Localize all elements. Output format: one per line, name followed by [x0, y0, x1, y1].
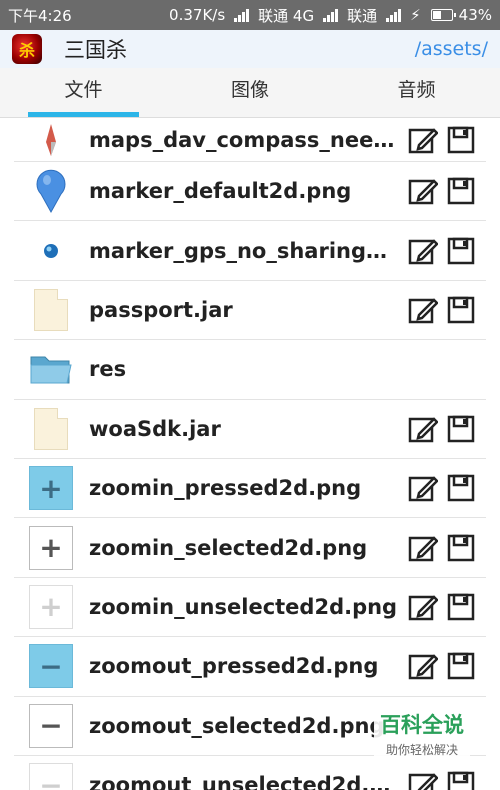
- zoomout-unselected-icon: −: [28, 762, 74, 790]
- edit-icon[interactable]: [408, 592, 438, 622]
- carrier-1: 联通 4G: [258, 6, 315, 25]
- file-name: marker_default2d.png: [89, 179, 352, 204]
- signal-icon: [234, 8, 250, 22]
- zoomout-pressed-icon: −: [28, 643, 74, 689]
- file-name: zoomin_unselected2d.png: [89, 594, 398, 619]
- zoomin-selected-icon: +: [28, 525, 74, 571]
- save-icon[interactable]: [446, 651, 476, 681]
- tab-images[interactable]: 图像: [167, 68, 333, 117]
- watermark: 百科全说 助你轻松解决: [374, 707, 470, 760]
- edit-icon[interactable]: [408, 414, 438, 444]
- file-name: marker_gps_no_sharing2d..: [89, 238, 399, 263]
- app-title: 三国杀: [64, 38, 127, 62]
- tab-files[interactable]: 文件: [0, 68, 167, 117]
- network-speed: 0.37K/s: [169, 6, 226, 24]
- watermark-subtitle: 助你轻松解决: [385, 743, 458, 757]
- battery-percent: 43%: [458, 6, 492, 24]
- zoomin-pressed-icon: +: [28, 465, 74, 511]
- signal-icon: [386, 8, 402, 22]
- list-item[interactable]: passport.jar: [14, 281, 486, 341]
- file-name: passport.jar: [89, 297, 233, 322]
- path-label[interactable]: /assets/: [415, 38, 488, 60]
- save-icon[interactable]: [446, 473, 476, 503]
- status-time: 下午4:26: [8, 6, 72, 25]
- file-list: maps_dav_compass_need.. marker_default2d…: [14, 118, 486, 790]
- tab-audio[interactable]: 音频: [333, 68, 500, 117]
- list-item[interactable]: marker_default2d.png: [14, 162, 486, 222]
- file-name: zoomout_pressed2d.png: [89, 654, 379, 679]
- file-name: woaSdk.jar: [89, 416, 221, 441]
- save-icon[interactable]: [446, 770, 476, 790]
- battery-icon: [430, 9, 456, 21]
- carrier-2: 联通: [347, 6, 378, 25]
- edit-icon[interactable]: [408, 125, 438, 155]
- jar-file-icon: [28, 406, 74, 452]
- folder-name: res: [89, 357, 127, 382]
- watermark-title: 百科全说: [380, 713, 464, 737]
- edit-icon[interactable]: [408, 295, 438, 325]
- save-icon[interactable]: [446, 533, 476, 563]
- file-name: zoomin_selected2d.png: [89, 535, 368, 560]
- save-icon[interactable]: [446, 592, 476, 622]
- edit-icon[interactable]: [408, 176, 438, 206]
- edit-icon[interactable]: [408, 533, 438, 563]
- save-icon[interactable]: [446, 414, 476, 444]
- jar-file-icon: [28, 287, 74, 333]
- list-item[interactable]: + zoomin_unselected2d.png: [14, 578, 486, 638]
- signal-icon: [323, 8, 339, 22]
- edit-icon[interactable]: [408, 236, 438, 266]
- save-icon[interactable]: [446, 176, 476, 206]
- file-name: zoomout_selected2d.png: [89, 713, 385, 738]
- list-item[interactable]: maps_dav_compass_need..: [14, 118, 486, 162]
- list-item[interactable]: − zoomout_pressed2d.png: [14, 637, 486, 697]
- list-item[interactable]: res: [14, 340, 486, 400]
- status-bar: 下午4:26 0.37K/s 联通 4G 联通 ⚡ 43%: [0, 0, 500, 30]
- app-logo-icon: 杀: [12, 34, 42, 64]
- map-marker-icon: [28, 168, 74, 214]
- charging-icon: ⚡: [410, 6, 421, 24]
- save-icon[interactable]: [446, 236, 476, 266]
- list-item[interactable]: marker_gps_no_sharing2d..: [14, 221, 486, 281]
- list-item[interactable]: − zoomout_unselected2d.png: [14, 756, 486, 790]
- file-name: zoomin_pressed2d.png: [89, 476, 362, 501]
- file-name: maps_dav_compass_need..: [89, 127, 399, 152]
- edit-icon[interactable]: [408, 651, 438, 681]
- zoomin-unselected-icon: +: [28, 584, 74, 630]
- app-bar: 杀 三国杀 /assets/: [0, 30, 500, 68]
- list-item[interactable]: woaSdk.jar: [14, 400, 486, 459]
- file-name: zoomout_unselected2d.png: [89, 773, 399, 790]
- folder-icon: [28, 346, 74, 392]
- list-item[interactable]: + zoomin_pressed2d.png: [14, 459, 486, 519]
- edit-icon[interactable]: [408, 770, 438, 790]
- list-item[interactable]: + zoomin_selected2d.png: [14, 518, 486, 578]
- save-icon[interactable]: [446, 295, 476, 325]
- tab-bar: 文件 图像 音频: [0, 68, 500, 118]
- gps-dot-icon: [28, 228, 74, 274]
- save-icon[interactable]: [446, 125, 476, 155]
- zoomout-selected-icon: −: [28, 703, 74, 749]
- edit-icon[interactable]: [408, 473, 438, 503]
- compass-needle-icon: [28, 117, 74, 163]
